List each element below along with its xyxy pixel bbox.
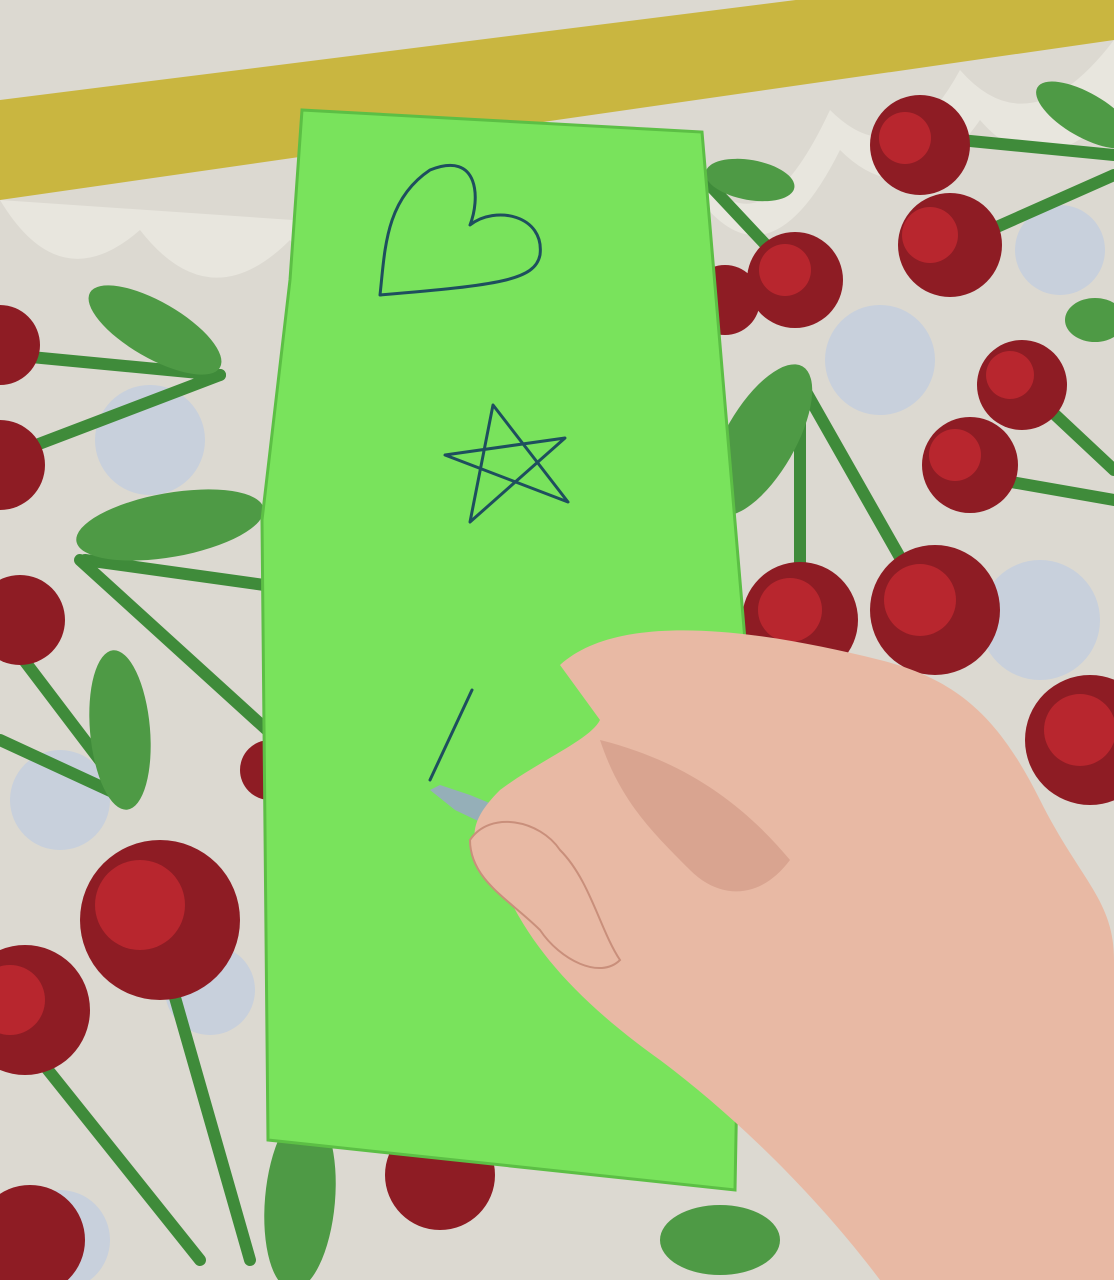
- photo-scene: [0, 0, 1114, 1280]
